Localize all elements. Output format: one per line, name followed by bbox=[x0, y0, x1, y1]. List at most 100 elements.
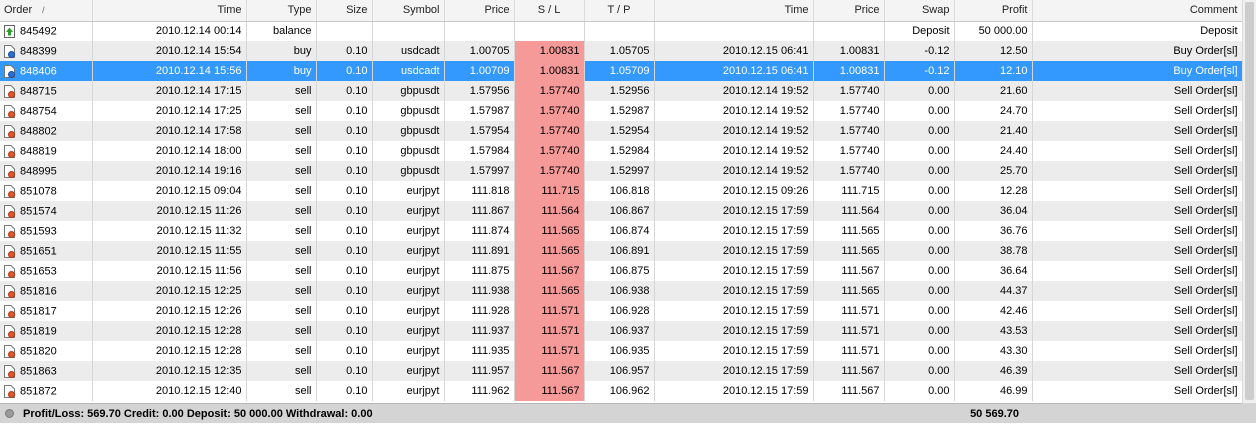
col-header-symbol[interactable]: Symbol bbox=[372, 0, 445, 22]
cell-profit: 46.99 bbox=[954, 381, 1033, 401]
cell-swap: 0.00 bbox=[884, 141, 955, 161]
cell-tp: 106.957 bbox=[584, 361, 655, 381]
table-row[interactable]: 848819 2010.12.14 18:00 sell 0.10 gbpusdt 1.5… bbox=[0, 141, 1242, 161]
cell-close-time: 2010.12.15 17:59 bbox=[654, 301, 814, 321]
table-row[interactable]: 851820 2010.12.15 12:28 sell 0.10 eurjpyt 111… bbox=[0, 341, 1242, 361]
cell-close-time: 2010.12.15 17:59 bbox=[654, 201, 814, 221]
cell-size: 0.10 bbox=[316, 81, 373, 101]
cell-type: sell bbox=[246, 101, 317, 121]
cell-close-time: 2010.12.15 17:59 bbox=[654, 341, 814, 361]
cell-symbol: eurjpyt bbox=[372, 181, 445, 201]
cell-comment: Sell Order[sl] bbox=[1032, 81, 1242, 101]
cell-price: 1.57987 bbox=[444, 101, 515, 121]
cell-symbol: eurjpyt bbox=[372, 321, 445, 341]
cell-order: 851820 bbox=[0, 341, 93, 361]
cell-profit: 21.60 bbox=[954, 81, 1033, 101]
summary-status-icon bbox=[5, 409, 14, 418]
cell-close-price: 1.57740 bbox=[813, 141, 885, 161]
cell-comment: Sell Order[sl] bbox=[1032, 201, 1242, 221]
col-header-tp[interactable]: T / P bbox=[584, 0, 655, 22]
order-number: 851863 bbox=[20, 364, 57, 377]
cell-sl: 111.565 bbox=[514, 281, 585, 301]
table-row[interactable]: 851819 2010.12.15 12:28 sell 0.10 eurjpyt 111… bbox=[0, 321, 1242, 341]
cell-symbol: gbpusdt bbox=[372, 81, 445, 101]
cell-swap: -0.12 bbox=[884, 41, 955, 61]
col-header-size[interactable]: Size bbox=[316, 0, 373, 22]
cell-close-price: 111.567 bbox=[813, 361, 885, 381]
history-rows: 845492 2010.12.14 00:14 balance Deposit 50 0… bbox=[0, 21, 1242, 401]
col-header-type[interactable]: Type bbox=[246, 0, 317, 22]
table-row[interactable]: 848715 2010.12.14 17:15 sell 0.10 gbpusdt 1.5… bbox=[0, 81, 1242, 101]
table-row[interactable]: 851651 2010.12.15 11:55 sell 0.10 eurjpyt 111… bbox=[0, 241, 1242, 261]
col-header-profit[interactable]: Profit bbox=[954, 0, 1033, 22]
table-row[interactable]: 851574 2010.12.15 11:26 sell 0.10 eurjpyt 111… bbox=[0, 201, 1242, 221]
table-row[interactable]: 848406 2010.12.14 15:56 buy 0.10 usdcadt 1.00… bbox=[0, 61, 1242, 81]
cell-price: 111.891 bbox=[444, 241, 515, 261]
cell-swap: 0.00 bbox=[884, 341, 955, 361]
cell-tp: 106.875 bbox=[584, 261, 655, 281]
cell-order: 851574 bbox=[0, 201, 93, 221]
col-header-comment[interactable]: Comment bbox=[1032, 0, 1242, 22]
sort-ascending-icon: / bbox=[42, 5, 45, 16]
order-number: 851820 bbox=[20, 344, 57, 357]
cell-tp: 106.891 bbox=[584, 241, 655, 261]
col-header-time[interactable]: Time bbox=[92, 0, 247, 22]
cell-order: 851816 bbox=[0, 281, 93, 301]
cell-symbol: gbpusdt bbox=[372, 121, 445, 141]
cell-symbol: usdcadt bbox=[372, 61, 445, 81]
cell-profit: 46.39 bbox=[954, 361, 1033, 381]
cell-sl bbox=[514, 21, 585, 41]
cell-type: sell bbox=[246, 321, 317, 341]
order-number: 848802 bbox=[20, 124, 57, 137]
cell-swap: 0.00 bbox=[884, 321, 955, 341]
cell-close-price: 1.57740 bbox=[813, 121, 885, 141]
cell-close-time: 2010.12.15 17:59 bbox=[654, 381, 814, 401]
table-row[interactable]: 848802 2010.12.14 17:58 sell 0.10 gbpusdt 1.5… bbox=[0, 121, 1242, 141]
cell-sl: 111.571 bbox=[514, 321, 585, 341]
table-row[interactable]: 851653 2010.12.15 11:56 sell 0.10 eurjpyt 111… bbox=[0, 261, 1242, 281]
cell-time: 2010.12.15 12:26 bbox=[92, 301, 247, 321]
cell-type: balance bbox=[246, 21, 317, 41]
cell-type: sell bbox=[246, 81, 317, 101]
cell-swap: 0.00 bbox=[884, 161, 955, 181]
cell-size: 0.10 bbox=[316, 181, 373, 201]
cell-close-price: 111.571 bbox=[813, 321, 885, 341]
table-row[interactable]: 851863 2010.12.15 12:35 sell 0.10 eurjpyt 111… bbox=[0, 361, 1242, 381]
cell-profit: 36.64 bbox=[954, 261, 1033, 281]
table-row[interactable]: 848995 2010.12.14 19:16 sell 0.10 gbpusdt 1.5… bbox=[0, 161, 1242, 181]
account-history-grid: Order / Time Type Size Symbol Price S / L… bbox=[0, 0, 1242, 403]
col-header-order[interactable]: Order / bbox=[0, 0, 93, 22]
cell-price: 111.938 bbox=[444, 281, 515, 301]
cell-time: 2010.12.14 17:15 bbox=[92, 81, 247, 101]
cell-comment: Sell Order[sl] bbox=[1032, 181, 1242, 201]
table-row[interactable]: 851078 2010.12.15 09:04 sell 0.10 eurjpyt 111… bbox=[0, 181, 1242, 201]
col-header-price[interactable]: Price bbox=[444, 0, 515, 22]
sell-order-icon bbox=[4, 164, 15, 178]
cell-comment: Sell Order[sl] bbox=[1032, 141, 1242, 161]
cell-close-time: 2010.12.15 17:59 bbox=[654, 361, 814, 381]
col-header-close-time[interactable]: Time bbox=[654, 0, 814, 22]
table-row[interactable]: 851817 2010.12.15 12:26 sell 0.10 eurjpyt 111… bbox=[0, 301, 1242, 321]
cell-profit: 12.28 bbox=[954, 181, 1033, 201]
deposit-icon bbox=[4, 24, 15, 38]
cell-sl: 1.00831 bbox=[514, 61, 585, 81]
col-header-swap[interactable]: Swap bbox=[884, 0, 955, 22]
table-row[interactable]: 851593 2010.12.15 11:32 sell 0.10 eurjpyt 111… bbox=[0, 221, 1242, 241]
cell-time: 2010.12.14 15:56 bbox=[92, 61, 247, 81]
table-row[interactable]: 845492 2010.12.14 00:14 balance Deposit 50 0… bbox=[0, 21, 1242, 41]
table-row[interactable]: 848754 2010.12.14 17:25 sell 0.10 gbpusdt 1.5… bbox=[0, 101, 1242, 121]
table-row[interactable]: 848399 2010.12.14 15:54 buy 0.10 usdcadt 1.00… bbox=[0, 41, 1242, 61]
sell-order-icon bbox=[4, 324, 15, 338]
table-row[interactable]: 851872 2010.12.15 12:40 sell 0.10 eurjpyt 111… bbox=[0, 381, 1242, 401]
cell-size: 0.10 bbox=[316, 301, 373, 321]
table-row[interactable]: 851816 2010.12.15 12:25 sell 0.10 eurjpyt 111… bbox=[0, 281, 1242, 301]
scrollbar-thumb[interactable] bbox=[1245, 2, 1254, 400]
cell-comment: Sell Order[sl] bbox=[1032, 301, 1242, 321]
vertical-scrollbar[interactable] bbox=[1242, 0, 1256, 403]
cell-comment: Sell Order[sl] bbox=[1032, 241, 1242, 261]
cell-profit: 38.78 bbox=[954, 241, 1033, 261]
cell-close-time: 2010.12.14 19:52 bbox=[654, 141, 814, 161]
col-header-sl[interactable]: S / L bbox=[514, 0, 585, 22]
order-number: 851817 bbox=[20, 304, 57, 317]
col-header-close-price[interactable]: Price bbox=[813, 0, 885, 22]
